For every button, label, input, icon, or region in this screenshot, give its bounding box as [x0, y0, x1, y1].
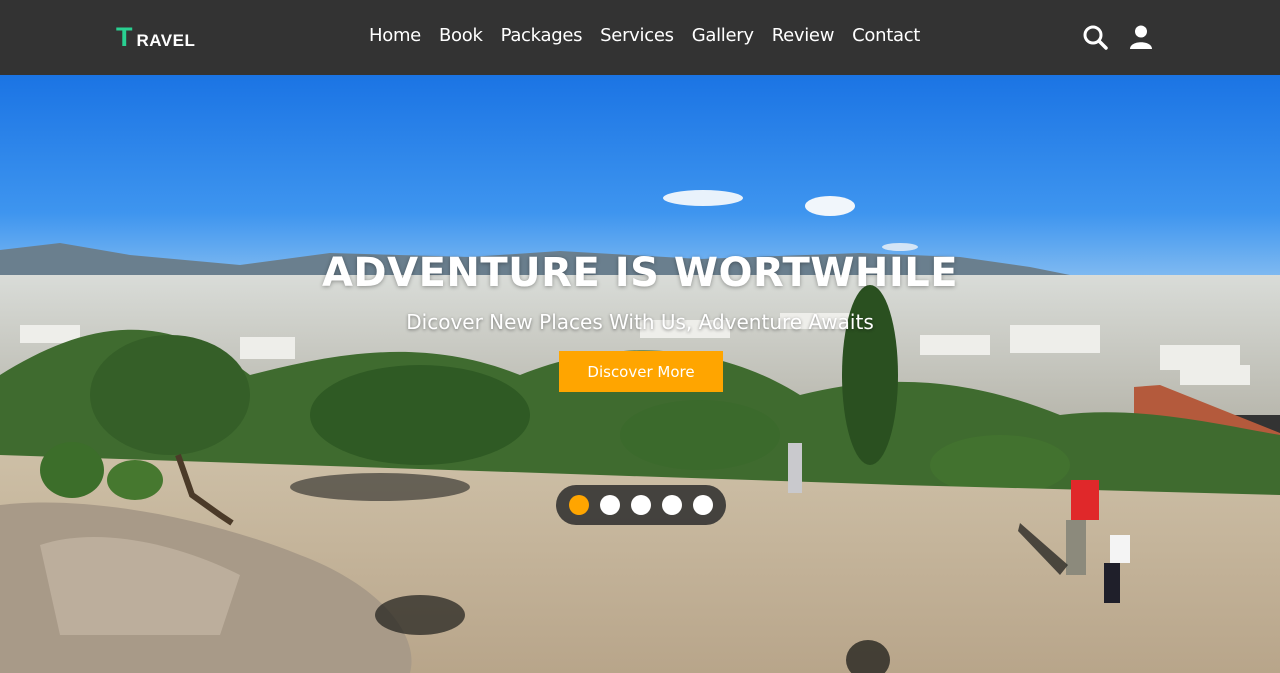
nav-link-services[interactable]: Services: [600, 25, 674, 46]
nav-link-book[interactable]: Book: [439, 25, 483, 46]
nav-link-packages[interactable]: Packages: [501, 25, 583, 46]
nav-link-home[interactable]: Home: [369, 25, 421, 46]
nav-link-contact[interactable]: Contact: [852, 25, 920, 46]
user-icon[interactable]: [1128, 24, 1154, 50]
navbar: T RAVEL Home Book Packages Services Gall…: [0, 0, 1280, 75]
nav-link-gallery[interactable]: Gallery: [692, 25, 754, 46]
brand-logo[interactable]: T RAVEL: [116, 22, 195, 53]
logo-accent-letter: T: [116, 22, 133, 52]
slider-dot-2[interactable]: [600, 495, 620, 515]
slider-dot-4[interactable]: [662, 495, 682, 515]
hero-subtitle: Dicover New Places With Us, Adventure Aw…: [406, 310, 874, 334]
slider-pagination: [556, 485, 726, 525]
hero-title: ADVENTURE IS WORTWHILE: [321, 250, 959, 296]
search-icon[interactable]: [1082, 24, 1108, 50]
hero-slider: ADVENTURE IS WORTWHILE Dicover New Place…: [0, 75, 1280, 673]
slider-dot-3[interactable]: [631, 495, 651, 515]
nav-icons: [1082, 24, 1154, 50]
slider-dot-5[interactable]: [693, 495, 713, 515]
nav-links: Home Book Packages Services Gallery Revi…: [369, 25, 938, 46]
nav-link-review[interactable]: Review: [772, 25, 835, 46]
discover-more-button[interactable]: Discover More: [559, 351, 723, 392]
slider-dot-1[interactable]: [569, 495, 589, 515]
logo-text: RAVEL: [136, 31, 196, 50]
